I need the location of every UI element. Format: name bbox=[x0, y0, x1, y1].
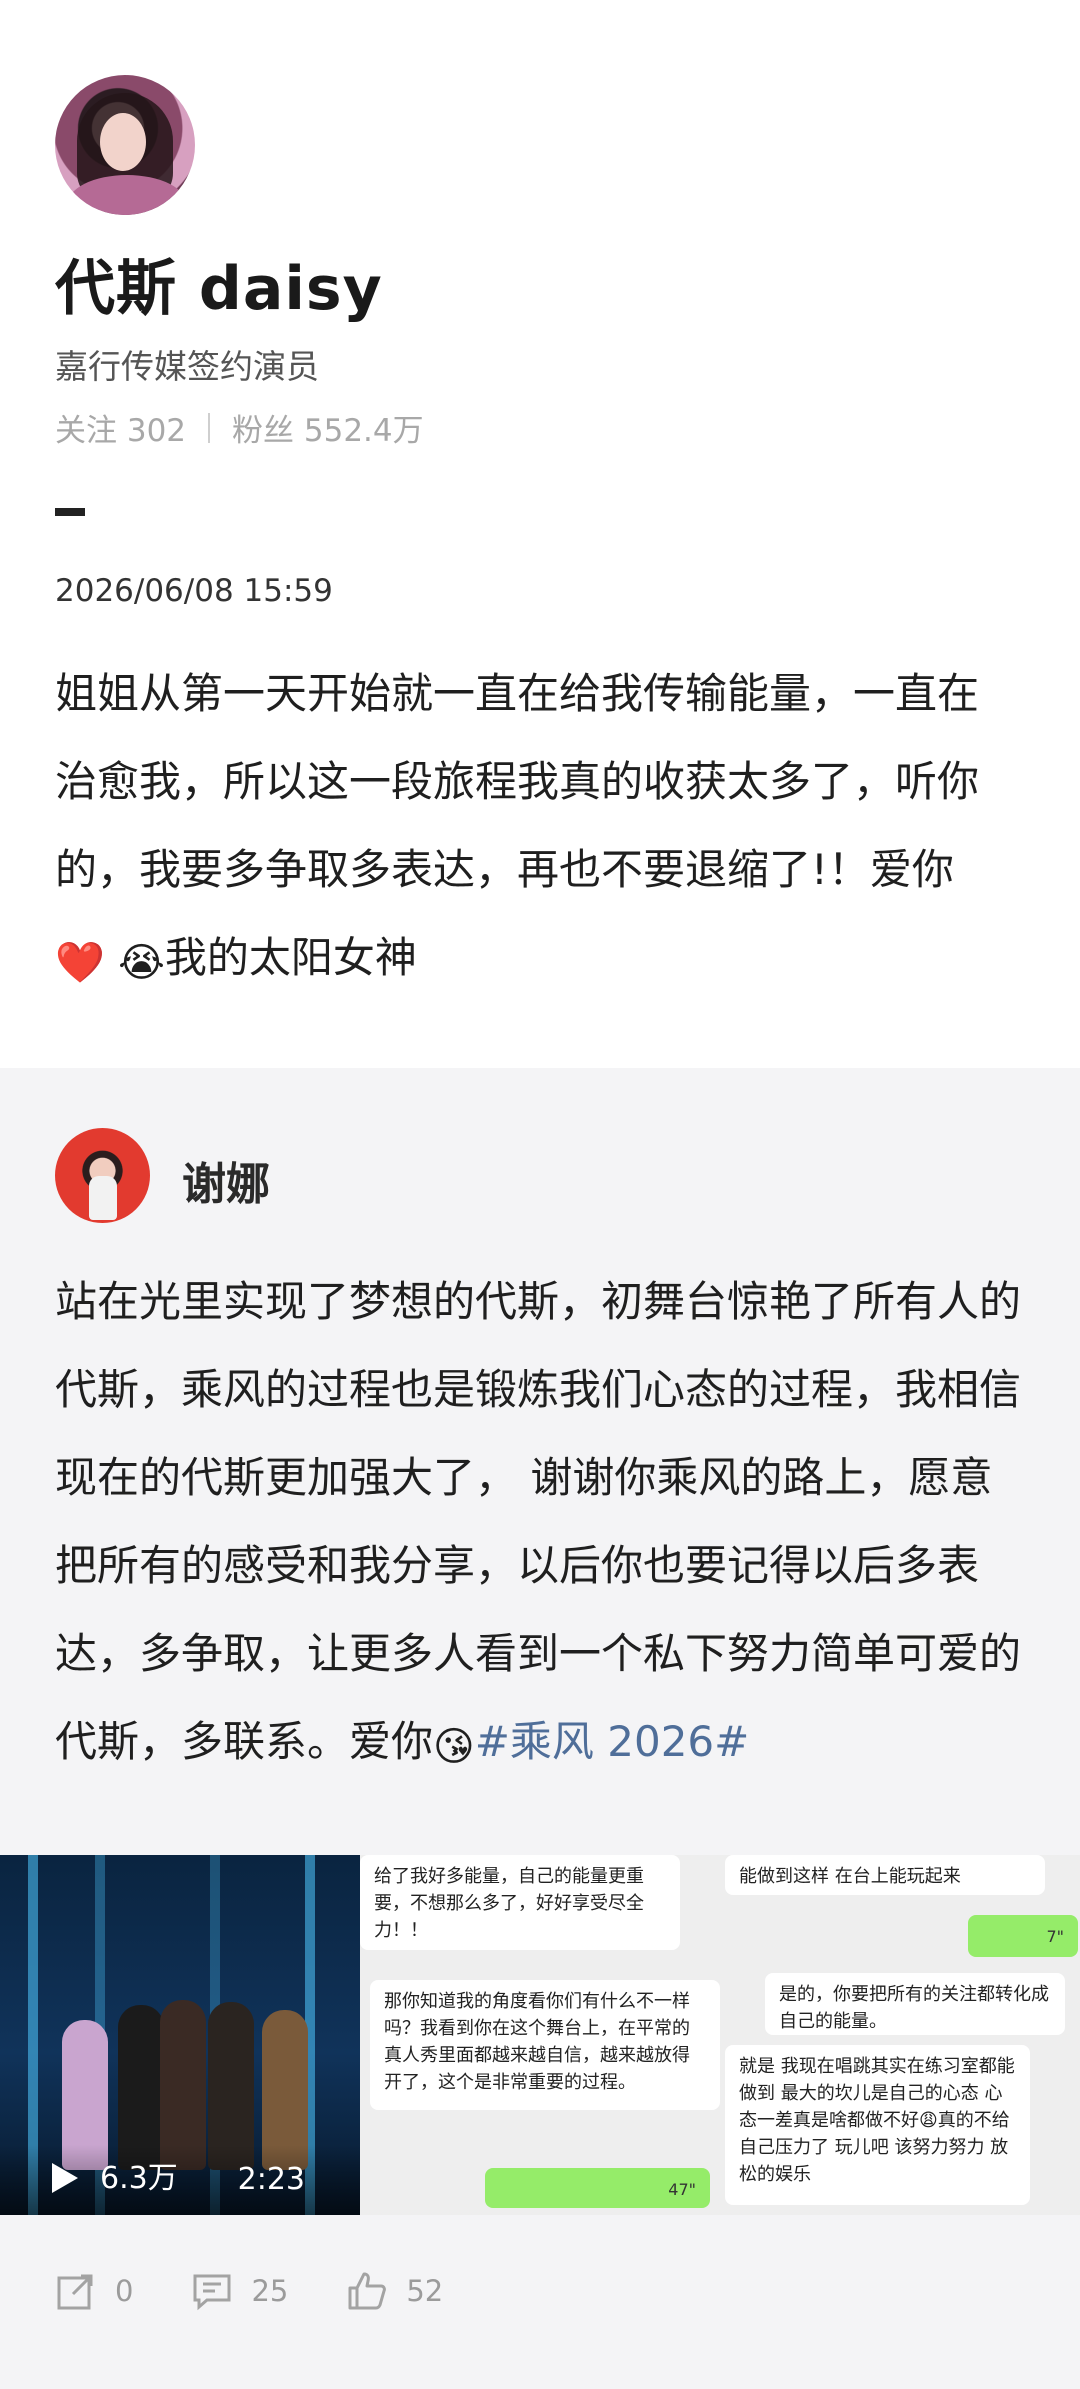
share-button[interactable]: 0 bbox=[55, 2270, 133, 2312]
chat-message-right: 是的，你要把所有的关注都转化成自己的能量。 bbox=[765, 1973, 1065, 2035]
voice-message-left[interactable]: 47" bbox=[485, 2168, 710, 2208]
avatar[interactable] bbox=[55, 75, 195, 215]
like-icon bbox=[346, 2270, 388, 2312]
share-count: 0 bbox=[115, 2274, 134, 2308]
stats-divider bbox=[208, 412, 211, 443]
chat-screenshot[interactable]: 给了我好多能量，自己的能量更重要，不想那么多了，好好享受尽全力！！ 那你知道我的… bbox=[360, 1855, 1080, 2215]
comment-icon bbox=[191, 2270, 233, 2312]
video-views: 6.3万 bbox=[100, 2161, 178, 2196]
quoted-author-avatar[interactable] bbox=[55, 1128, 150, 1223]
section-marker bbox=[55, 508, 85, 516]
chat-message-right: 就是 我现在唱跳其实在练习室都能做到 最大的坎儿是自己的心态 心态一差真是啥都做… bbox=[725, 2045, 1030, 2205]
post-text: 姐姐从第一天开始就一直在给我传输能量，一直在治愈我，所以这一段旅程我真的收获太多… bbox=[55, 650, 1015, 1007]
profile-bio: 嘉行传媒签约演员 bbox=[55, 347, 319, 386]
quoted-post-text: 站在光里实现了梦想的代斯，初舞台惊艳了所有人的代斯，乘风的过程也是锻炼我们心态的… bbox=[55, 1258, 1030, 1791]
quoted-body: 站在光里实现了梦想的代斯，初舞台惊艳了所有人的代斯，乘风的过程也是锻炼我们心态的… bbox=[55, 1277, 1022, 1766]
like-count: 52 bbox=[406, 2274, 444, 2308]
crying-emoji-icon: 😭 bbox=[118, 940, 165, 986]
profile-name[interactable]: 代斯 daisy bbox=[55, 240, 383, 327]
video-duration: 2:23 bbox=[237, 2162, 305, 2197]
action-bar: 0 25 52 bbox=[55, 2270, 501, 2312]
hashtag-link[interactable]: #乘风 2026# bbox=[475, 1717, 750, 1766]
chat-message-right: 能做到这样 在台上能玩起来 bbox=[725, 1855, 1045, 1895]
heart-emoji-icon: ❤️ bbox=[55, 940, 105, 986]
avatar-face bbox=[100, 113, 146, 171]
chat-message-left: 那你知道我的角度看你们有什么不一样吗？我看到你在这个舞台上，在平常的真人秀里面都… bbox=[370, 1980, 720, 2110]
post-date: 2026/06/08 15:59 bbox=[55, 573, 333, 609]
avatar-figure bbox=[89, 1176, 117, 1220]
play-icon[interactable] bbox=[52, 2163, 78, 2193]
chat-message-left: 给了我好多能量，自己的能量更重要，不想那么多了，好好享受尽全力！！ bbox=[360, 1855, 680, 1950]
share-icon bbox=[55, 2270, 97, 2312]
profile-stats: 关注 302 粉丝 552.4万 bbox=[55, 405, 424, 450]
video-thumbnail[interactable]: 6.3万 2:23 bbox=[0, 1855, 360, 2215]
post-body: 姐姐从第一天开始就一直在给我传输能量，一直在治愈我，所以这一段旅程我真的收获太多… bbox=[55, 669, 980, 894]
media-strip: 6.3万 2:23 给了我好多能量，自己的能量更重要，不想那么多了，好好享受尽全… bbox=[0, 1855, 1080, 2215]
followers-count[interactable]: 粉丝 552.4万 bbox=[232, 405, 424, 450]
quoted-author-name[interactable]: 谢娜 bbox=[182, 1148, 270, 1212]
voice-message-right[interactable]: 7" bbox=[968, 1915, 1078, 1957]
kiss-emoji-icon: 😘 bbox=[433, 1724, 475, 1770]
following-count[interactable]: 关注 302 bbox=[55, 405, 186, 450]
post-tail: 我的太阳女神 bbox=[164, 933, 417, 982]
comment-count: 25 bbox=[251, 2274, 289, 2308]
like-button[interactable]: 52 bbox=[346, 2270, 443, 2312]
comment-button[interactable]: 25 bbox=[191, 2270, 288, 2312]
